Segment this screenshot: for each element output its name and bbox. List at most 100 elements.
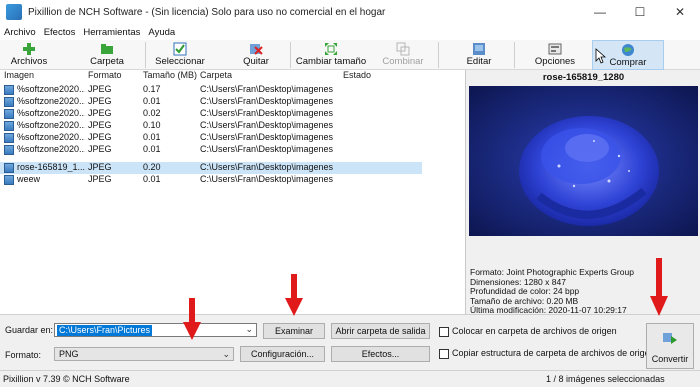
row-folder: C:\Users\Fran\Desktop\imagenes <box>200 132 334 142</box>
row-format: JPEG <box>88 132 112 142</box>
annotation-arrow-icon <box>285 274 303 316</box>
convertir-label: Convertir <box>651 354 689 364</box>
table-row[interactable]: %softzone2020... JPEG 0.17 C:\Users\Fran… <box>0 84 422 96</box>
chevron-down-icon[interactable]: ⌄ <box>245 324 253 335</box>
toolbar-separator <box>145 42 146 68</box>
row-folder: C:\Users\Fran\Desktop\imagenes <box>200 174 334 184</box>
editar-button[interactable]: Editar <box>460 40 498 70</box>
output-folder-input[interactable]: C:\Users\Fran\Pictures ⌄ <box>54 323 257 337</box>
archivos-label: Archivos <box>10 56 48 67</box>
configuracion-button[interactable]: Configuración... <box>240 346 325 362</box>
status-version: Pixillion v 7.39 © NCH Software <box>3 374 130 384</box>
preview-title: rose-165819_1280 <box>542 72 625 83</box>
seleccionar-label: Seleccionar <box>155 56 205 67</box>
copiar-estructura-checkbox[interactable] <box>439 349 449 359</box>
table-row[interactable]: %softzone2020... JPEG 0.01 C:\Users\Fran… <box>0 132 422 144</box>
table-row-selected[interactable]: rose-165819_1... JPEG 0.20 C:\Users\Fran… <box>0 162 422 174</box>
image-thumbnail-icon <box>4 85 14 95</box>
quitar-button[interactable]: Quitar <box>236 40 276 70</box>
select-icon <box>173 42 187 56</box>
row-name: %softzone2020... <box>17 144 85 154</box>
colocar-origen-label[interactable]: Colocar en carpeta de archivos de origen <box>452 326 617 336</box>
table-row[interactable]: %softzone2020... JPEG 0.01 C:\Users\Fran… <box>0 144 422 156</box>
column-header-estado[interactable]: Estado <box>343 70 371 83</box>
row-name: rose-165819_1... <box>17 162 85 172</box>
maximize-button[interactable]: ☐ <box>620 0 660 24</box>
output-panel: Guardar en: C:\Users\Fran\Pictures ⌄ Exa… <box>0 314 700 370</box>
menu-efectos[interactable]: Efectos <box>44 27 76 38</box>
colocar-origen-checkbox[interactable] <box>439 327 449 337</box>
row-name: %softzone2020... <box>17 132 85 142</box>
row-name: %softzone2020... <box>17 84 85 94</box>
chevron-down-icon[interactable]: ⌄ <box>222 348 230 360</box>
annotation-arrow-icon <box>650 258 668 316</box>
window-title: Pixillion de NCH Software - (Sin licenci… <box>28 6 386 18</box>
close-button[interactable]: ✕ <box>660 0 700 24</box>
table-row[interactable]: %softzone2020... JPEG 0.02 C:\Users\Fran… <box>0 108 422 120</box>
row-size: 0.02 <box>143 108 161 118</box>
title-bar: Pixillion de NCH Software - (Sin licenci… <box>0 0 700 24</box>
image-thumbnail-icon <box>4 109 14 119</box>
combine-icon <box>396 42 410 56</box>
blue-rose-image <box>469 86 698 236</box>
menu-archivo[interactable]: Archivo <box>4 27 36 38</box>
row-size: 0.20 <box>143 162 161 172</box>
archivos-button[interactable]: Archivos <box>4 40 54 70</box>
abrir-carpeta-button[interactable]: Abrir carpeta de salida <box>331 323 430 339</box>
row-size: 0.01 <box>143 132 161 142</box>
status-bar: Pixillion v 7.39 © NCH Software 1 / 8 im… <box>0 370 700 387</box>
menu-ayuda[interactable]: Ayuda <box>148 27 175 38</box>
toolbar-separator <box>290 42 291 68</box>
column-header-imagen[interactable]: Imagen <box>4 70 34 83</box>
menu-bar: Archivo Efectos Herramientas Ayuda <box>0 24 700 40</box>
column-header-formato[interactable]: Formato <box>88 70 122 83</box>
efectos-button[interactable]: Efectos... <box>331 346 430 362</box>
image-thumbnail-icon <box>4 145 14 155</box>
row-size: 0.17 <box>143 84 161 94</box>
row-format: JPEG <box>88 144 112 154</box>
row-folder: C:\Users\Fran\Desktop\imagenes <box>200 144 334 154</box>
minimize-button[interactable]: — <box>580 0 620 24</box>
editar-label: Editar <box>466 56 492 67</box>
row-name: %softzone2020... <box>17 120 85 130</box>
carpeta-button[interactable]: Carpeta <box>84 40 130 70</box>
add-files-icon <box>23 43 35 55</box>
table-row[interactable]: weew JPEG 0.01 C:\Users\Fran\Desktop\ima… <box>0 174 422 186</box>
seleccionar-button[interactable]: Seleccionar <box>148 40 212 70</box>
image-thumbnail-icon <box>4 175 14 185</box>
table-row[interactable]: %softzone2020... JPEG 0.10 C:\Users\Fran… <box>0 120 422 132</box>
image-thumbnail-icon <box>4 133 14 143</box>
status-selection: 1 / 8 imágenes seleccionadas <box>546 374 665 384</box>
row-size: 0.01 <box>143 144 161 154</box>
preview-image <box>469 86 698 236</box>
convertir-button[interactable]: Convertir <box>646 323 694 369</box>
row-name: %softzone2020... <box>17 108 85 118</box>
annotation-arrow-icon <box>183 298 201 340</box>
column-header-carpeta[interactable]: Carpeta <box>200 70 232 83</box>
row-folder: C:\Users\Fran\Desktop\imagenes <box>200 108 334 118</box>
remove-icon <box>250 44 263 55</box>
row-size: 0.01 <box>143 96 161 106</box>
file-list[interactable]: Imagen Formato Tamaño (MB) Carpeta Estad… <box>0 70 466 314</box>
image-thumbnail-icon <box>4 121 14 131</box>
examinar-button[interactable]: Examinar <box>263 323 325 339</box>
row-size: 0.10 <box>143 120 161 130</box>
cambiar-tamano-button[interactable]: Cambiar tamaño <box>293 40 369 70</box>
row-format: JPEG <box>88 108 112 118</box>
guardar-en-label: Guardar en: <box>5 325 54 335</box>
row-format: JPEG <box>88 120 112 130</box>
column-header-tamano[interactable]: Tamaño (MB) <box>143 70 197 83</box>
row-folder: C:\Users\Fran\Desktop\imagenes <box>200 84 334 94</box>
copiar-estructura-label[interactable]: Copiar estructura de carpeta de archivos… <box>452 348 655 358</box>
table-row[interactable]: %softzone2020... JPEG 0.01 C:\Users\Fran… <box>0 96 422 108</box>
format-select[interactable]: PNG ⌄ <box>54 347 234 361</box>
opciones-label: Opciones <box>534 56 576 67</box>
output-folder-value: C:\Users\Fran\Pictures <box>57 325 153 336</box>
row-name: weew <box>17 174 41 184</box>
opciones-button[interactable]: Opciones <box>532 40 578 70</box>
cambiar-tamano-label: Cambiar tamaño <box>295 56 367 67</box>
menu-herramientas[interactable]: Herramientas <box>83 27 140 38</box>
globe-cart-icon <box>622 44 634 56</box>
row-format: JPEG <box>88 174 112 184</box>
row-format: JPEG <box>88 96 112 106</box>
